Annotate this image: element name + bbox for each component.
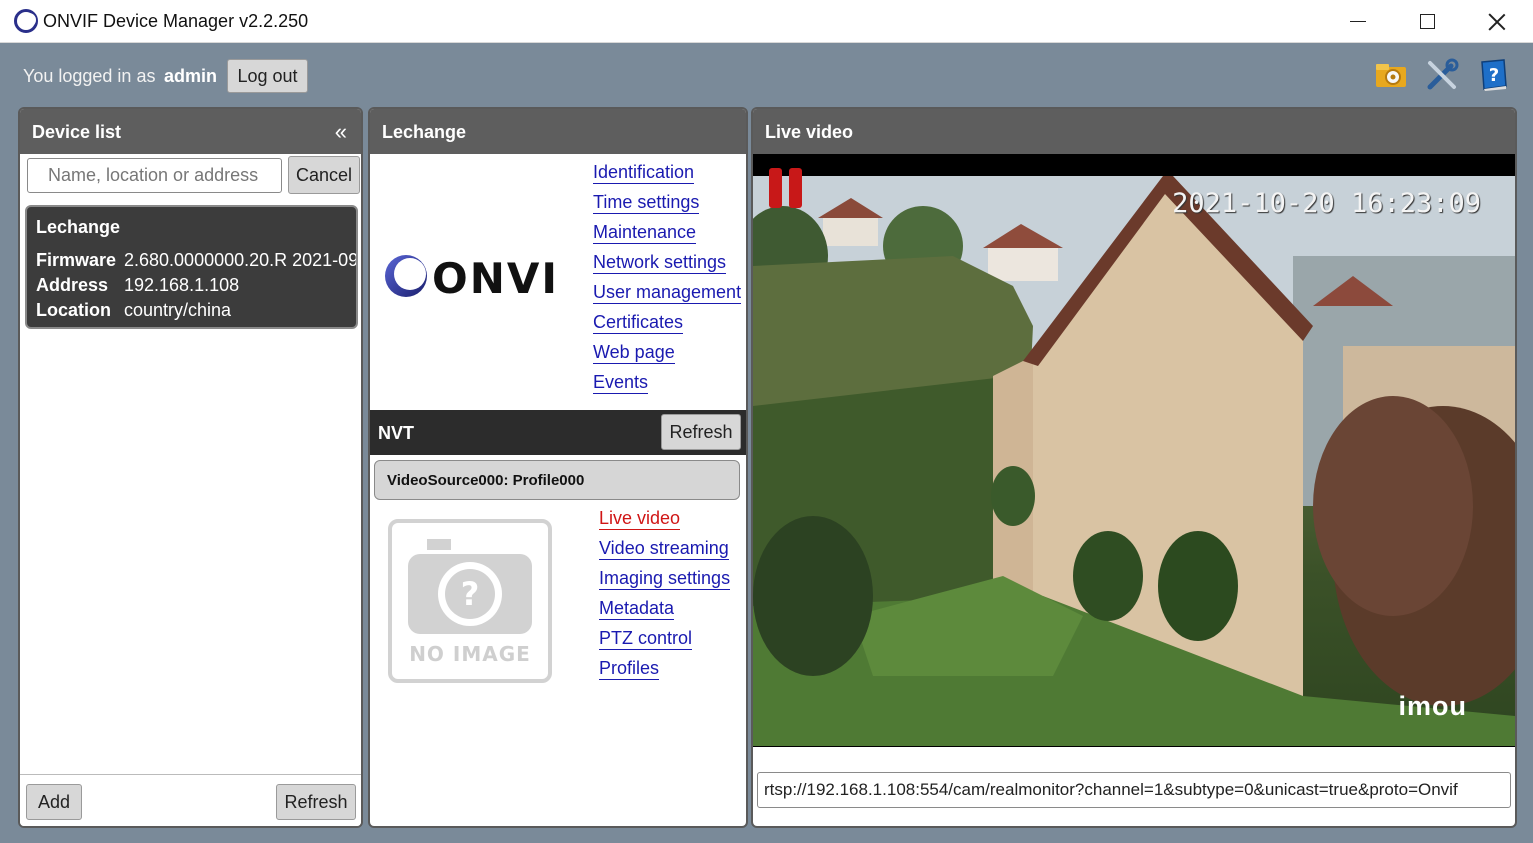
device-detail-panel: Lechange ONVIF Identification Time setti… bbox=[368, 107, 748, 828]
link-maintenance[interactable]: Maintenance bbox=[593, 221, 697, 244]
settings-folder-icon[interactable] bbox=[1374, 58, 1408, 92]
camera-frame: 2021-10-20 16:23:09 imou bbox=[753, 176, 1515, 746]
link-time-settings[interactable]: Time settings bbox=[593, 191, 700, 214]
link-ptz-control[interactable]: PTZ control bbox=[599, 627, 693, 650]
profile-links: Live video Video streaming Imaging setti… bbox=[599, 507, 731, 687]
maximize-icon bbox=[1419, 14, 1435, 29]
logged-in-label: You logged in as bbox=[23, 66, 156, 86]
nvt-bar: NVT Refresh bbox=[370, 410, 746, 455]
minimize-icon bbox=[1350, 20, 1366, 23]
link-network-settings[interactable]: Network settings bbox=[593, 251, 727, 274]
help-book-icon[interactable]: ? bbox=[1476, 58, 1510, 92]
live-video-panel: Live video 2021-10-20 16:23:09 imou rtsp… bbox=[751, 107, 1517, 828]
nvt-refresh-button[interactable]: Refresh bbox=[661, 414, 741, 450]
device-list-item[interactable]: Lechange Firmware 2.680.0000000.20.R 2021… bbox=[25, 205, 358, 329]
device-list-footer: Add Refresh bbox=[20, 774, 361, 826]
link-certificates[interactable]: Certificates bbox=[593, 311, 684, 334]
live-video-title: Live video bbox=[753, 109, 1515, 154]
device-location: country/china bbox=[124, 300, 232, 320]
refresh-devices-button[interactable]: Refresh bbox=[276, 784, 356, 820]
device-list-title: Device list bbox=[32, 122, 122, 142]
camera-scene bbox=[753, 176, 1515, 746]
device-name: Lechange bbox=[36, 217, 121, 237]
link-imaging-settings[interactable]: Imaging settings bbox=[599, 567, 731, 590]
device-list-header: Device list « bbox=[20, 109, 361, 154]
svg-text:?: ? bbox=[1489, 65, 1499, 86]
video-timestamp: 2021-10-20 16:23:09 bbox=[1172, 188, 1481, 219]
video-viewport[interactable]: 2021-10-20 16:23:09 imou bbox=[753, 154, 1515, 747]
title-bar: ONVIF Device Manager v2.2.250 bbox=[0, 0, 1533, 43]
onvif-logo-text: ONVIF bbox=[432, 254, 557, 303]
device-search-input[interactable] bbox=[27, 158, 282, 193]
profile-selector[interactable]: VideoSource000: Profile000 bbox=[374, 460, 740, 500]
tools-icon[interactable] bbox=[1425, 58, 1459, 92]
link-identification[interactable]: Identification bbox=[593, 161, 695, 184]
device-address-row: Address 192.168.1.108 bbox=[36, 275, 240, 295]
svg-text:?: ? bbox=[461, 575, 480, 613]
add-device-button[interactable]: Add bbox=[26, 784, 82, 820]
nvt-label: NVT bbox=[378, 423, 414, 443]
link-metadata[interactable]: Metadata bbox=[599, 597, 675, 620]
link-user-management[interactable]: User management bbox=[593, 281, 742, 304]
onvif-app-icon bbox=[14, 9, 38, 33]
device-location-row: Location country/china bbox=[36, 300, 232, 320]
onvif-logo: ONVIF bbox=[385, 254, 557, 303]
link-web-page[interactable]: Web page bbox=[593, 341, 675, 364]
device-links: Identification Time settings Maintenance… bbox=[593, 161, 742, 401]
device-address: 192.168.1.108 bbox=[124, 275, 240, 295]
link-live-video[interactable]: Live video bbox=[599, 507, 681, 530]
window-title: ONVIF Device Manager v2.2.250 bbox=[43, 11, 309, 31]
stream-url-field[interactable]: rtsp://192.168.1.108:554/cam/realmonitor… bbox=[757, 772, 1511, 808]
device-detail-title: Lechange bbox=[370, 109, 746, 154]
camera-watermark: imou bbox=[1398, 691, 1467, 721]
link-video-streaming[interactable]: Video streaming bbox=[599, 537, 729, 560]
device-firmware-row: Firmware 2.680.0000000.20.R 2021-09 bbox=[36, 250, 358, 270]
logout-button[interactable]: Log out bbox=[227, 59, 308, 93]
no-image-text: NO IMAGE bbox=[409, 642, 531, 666]
no-image-icon: ? NO IMAGE bbox=[388, 519, 552, 683]
cancel-button[interactable]: Cancel bbox=[288, 156, 360, 194]
collapse-icon[interactable]: « bbox=[335, 119, 347, 145]
pause-icon[interactable] bbox=[767, 166, 805, 210]
device-firmware: 2.680.0000000.20.R 2021-09 bbox=[124, 250, 358, 270]
device-list-panel: Device list « Cancel Lechange Firmware2.… bbox=[18, 107, 363, 828]
close-button[interactable] bbox=[1462, 0, 1532, 43]
username: admin bbox=[164, 66, 218, 86]
close-icon bbox=[1488, 13, 1506, 31]
maximize-button[interactable] bbox=[1392, 0, 1462, 43]
link-profiles[interactable]: Profiles bbox=[599, 657, 660, 680]
minimize-button[interactable] bbox=[1323, 0, 1393, 43]
link-events[interactable]: Events bbox=[593, 371, 649, 394]
